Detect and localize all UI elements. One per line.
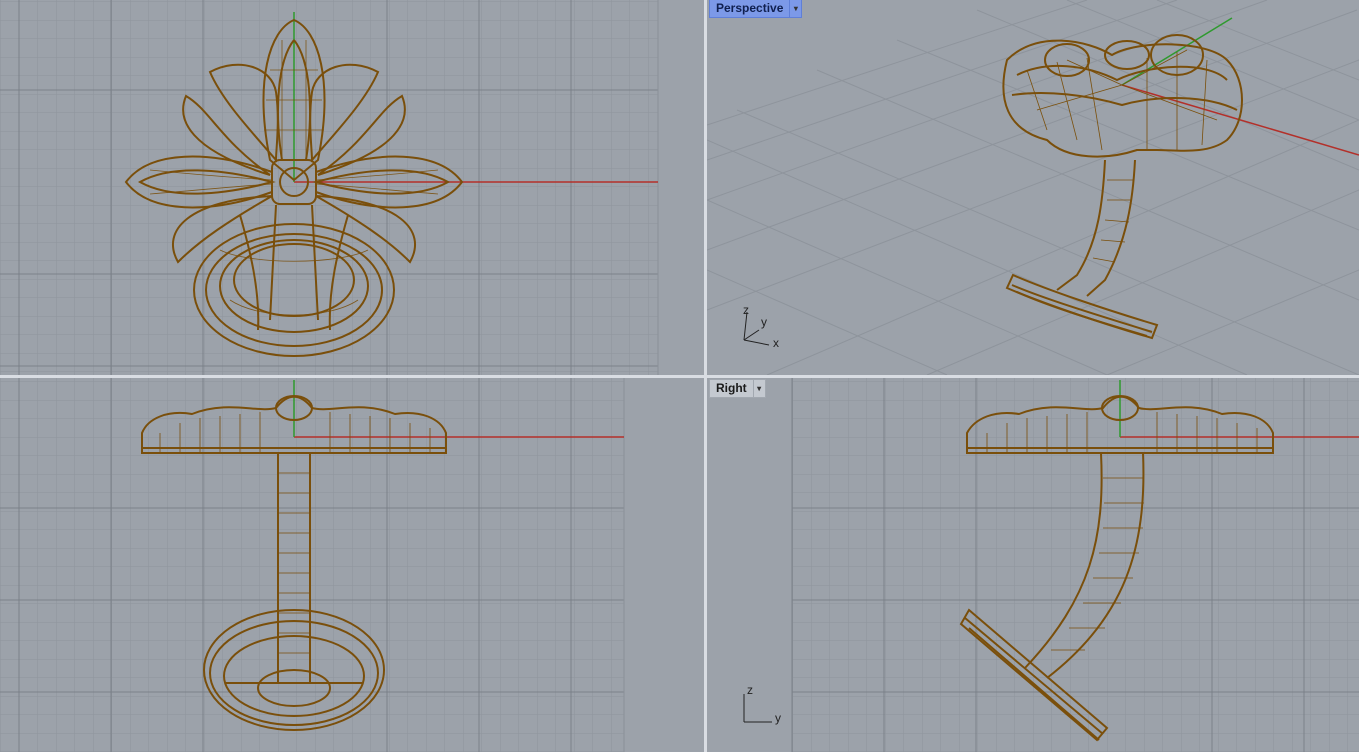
chevron-down-icon[interactable]: ▾	[753, 379, 766, 398]
front-grid	[0, 378, 625, 752]
right-viewport[interactable]: z y Right ▾	[707, 378, 1359, 752]
viewport-title[interactable]: Right	[709, 379, 754, 398]
top-viewport[interactable]	[0, 0, 704, 375]
axis-z-label: z	[743, 303, 749, 317]
axis-x-label: x	[773, 336, 779, 350]
axis-y-label: y	[761, 315, 767, 329]
axis-z-label: z	[747, 683, 753, 697]
axis-y-label: y	[775, 711, 781, 725]
x-axis-line	[1121, 84, 1359, 156]
ornament-wireframe	[1002, 34, 1243, 340]
top-grid	[0, 0, 659, 375]
chevron-down-icon[interactable]: ▾	[790, 0, 803, 18]
perspective-grid: z y x	[707, 0, 1359, 375]
perspective-viewport[interactable]: z y x Perspective ▾	[707, 0, 1359, 375]
front-viewport[interactable]	[0, 378, 704, 752]
viewport-label-right[interactable]: Right ▾	[709, 379, 766, 398]
axis-triad-icon	[743, 694, 772, 723]
viewport-label-perspective[interactable]: Perspective ▾	[709, 0, 803, 18]
viewport-title[interactable]: Perspective	[709, 0, 791, 18]
right-grid: z y	[743, 378, 1359, 752]
viewport-splitter-horizontal[interactable]	[0, 375, 1359, 378]
